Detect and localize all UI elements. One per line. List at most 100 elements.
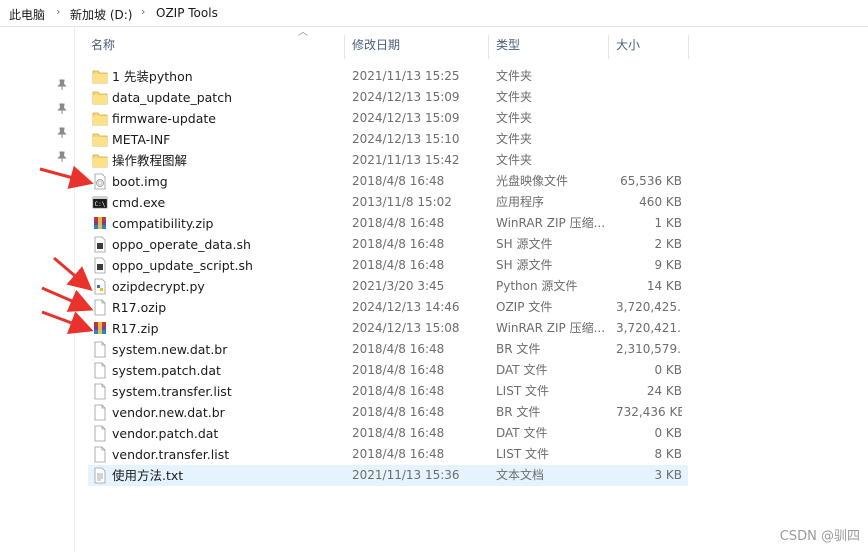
- column-header-date[interactable]: 修改日期: [352, 30, 400, 60]
- blank-file-icon: [92, 425, 108, 442]
- file-name: ozipdecrypt.py: [112, 279, 205, 294]
- file-row[interactable]: ozipdecrypt.py 2021/3/20 3:45 Python 源文件 14…: [88, 276, 688, 297]
- file-name: vendor.new.dat.br: [112, 405, 225, 420]
- blank-file-icon: [92, 383, 108, 400]
- pin-icon[interactable]: [56, 79, 68, 91]
- file-date: 2013/11/8 15:02: [352, 195, 452, 209]
- winrar-icon: [92, 320, 108, 337]
- breadcrumb-separator[interactable]: ›: [141, 5, 145, 18]
- file-date: 2018/4/8 16:48: [352, 447, 445, 461]
- file-name: 1 先装python: [112, 69, 193, 84]
- file-type: Python 源文件: [496, 279, 578, 293]
- file-name: oppo_operate_data.sh: [112, 237, 251, 252]
- breadcrumb-folder[interactable]: OZIP Tools: [156, 6, 218, 20]
- file-type: 文件夹: [496, 111, 533, 125]
- file-date: 2021/11/13 15:25: [352, 69, 460, 83]
- breadcrumb-separator[interactable]: ›: [56, 5, 60, 18]
- file-row[interactable]: boot.img 2018/4/8 16:48 光盘映像文件 65,536 KB: [88, 171, 688, 192]
- file-size: 3 KB: [654, 468, 682, 482]
- file-date: 2018/4/8 16:48: [352, 405, 445, 419]
- file-name: META-INF: [112, 132, 171, 147]
- folder-icon: [92, 131, 108, 148]
- file-row[interactable]: vendor.transfer.list 2018/4/8 16:48 LIST 文…: [88, 444, 688, 465]
- file-date: 2018/4/8 16:48: [352, 426, 445, 440]
- file-name: boot.img: [112, 174, 168, 189]
- column-divider[interactable]: [688, 35, 689, 59]
- file-type: BR 文件: [496, 342, 541, 356]
- file-type: 文件夹: [496, 69, 533, 83]
- file-type: WinRAR ZIP 压缩...: [496, 216, 606, 230]
- folder-icon: [92, 110, 108, 127]
- file-type: BR 文件: [496, 405, 541, 419]
- pin-icon[interactable]: [56, 151, 68, 163]
- file-row[interactable]: R17.ozip 2024/12/13 14:46 OZIP 文件 3,720,425…: [88, 297, 688, 318]
- file-row[interactable]: vendor.patch.dat 2018/4/8 16:48 DAT 文件 0 KB: [88, 423, 688, 444]
- file-row[interactable]: 操作教程图解 2021/11/13 15:42 文件夹: [88, 150, 688, 171]
- file-size: 0 KB: [654, 426, 682, 440]
- file-row[interactable]: 1 先装python 2021/11/13 15:25 文件夹: [88, 66, 688, 87]
- file-type: 文件夹: [496, 90, 533, 104]
- file-name: 操作教程图解: [112, 153, 188, 168]
- file-date: 2024/12/13 15:08: [352, 321, 460, 335]
- column-divider[interactable]: [608, 35, 609, 59]
- column-divider[interactable]: [488, 35, 489, 59]
- console-app-icon: C:\: [92, 194, 108, 211]
- file-row[interactable]: oppo_update_script.sh 2018/4/8 16:48 SH 源文…: [88, 255, 688, 276]
- breadcrumb-drive[interactable]: 新加坡 (D:): [70, 6, 132, 23]
- file-date: 2018/4/8 16:48: [352, 363, 445, 377]
- file-row[interactable]: system.patch.dat 2018/4/8 16:48 DAT 文件 0 KB: [88, 360, 688, 381]
- folder-icon: [92, 89, 108, 106]
- file-size: [616, 89, 682, 106]
- file-row[interactable]: vendor.new.dat.br 2018/4/8 16:48 BR 文件 732,…: [88, 402, 688, 423]
- file-row[interactable]: firmware-update 2024/12/13 15:09 文件夹: [88, 108, 688, 129]
- column-divider[interactable]: [344, 35, 345, 59]
- address-bar[interactable]: 此电脑 › 新加坡 (D:) › OZIP Tools: [0, 0, 868, 27]
- file-row[interactable]: C:\ cmd.exe 2013/11/8 15:02 应用程序 460 KB: [88, 192, 688, 213]
- file-type: LIST 文件: [496, 447, 549, 461]
- file-size: 460 KB: [639, 195, 682, 209]
- file-name: vendor.transfer.list: [112, 447, 230, 462]
- file-size: 3,720,425...: [616, 300, 682, 314]
- script-file-icon: [92, 236, 108, 253]
- file-date: 2024/12/13 15:09: [352, 111, 460, 125]
- winrar-icon: [92, 215, 108, 232]
- pin-icon[interactable]: [56, 127, 68, 139]
- blank-file-icon: [92, 362, 108, 379]
- file-size: 2 KB: [654, 237, 682, 251]
- svg-text:C:\: C:\: [95, 201, 106, 208]
- file-row[interactable]: R17.zip 2024/12/13 15:08 WinRAR ZIP 压缩... 3…: [88, 318, 688, 339]
- file-type: 光盘映像文件: [496, 174, 569, 188]
- column-header-size[interactable]: 大小: [616, 30, 640, 60]
- file-row[interactable]: oppo_operate_data.sh 2018/4/8 16:48 SH 源文件…: [88, 234, 688, 255]
- text-file-icon: [92, 467, 108, 484]
- pin-icon[interactable]: [56, 103, 68, 115]
- file-name: R17.ozip: [112, 300, 167, 315]
- file-row[interactable]: 使用方法.txt 2021/11/13 15:36 文本文档 3 KB: [88, 465, 688, 486]
- sort-ascending-icon: ︿: [298, 27, 308, 38]
- file-type: DAT 文件: [496, 426, 548, 440]
- file-row[interactable]: compatibility.zip 2018/4/8 16:48 WinRAR ZI…: [88, 213, 688, 234]
- file-row[interactable]: data_update_patch 2024/12/13 15:09 文件夹: [88, 87, 688, 108]
- column-header-name[interactable]: 名称: [91, 30, 115, 60]
- file-row[interactable]: system.new.dat.br 2018/4/8 16:48 BR 文件 2,31…: [88, 339, 688, 360]
- file-size: [616, 131, 682, 148]
- file-name: R17.zip: [112, 321, 159, 336]
- file-date: 2018/4/8 16:48: [352, 384, 445, 398]
- file-date: 2018/4/8 16:48: [352, 258, 445, 272]
- file-type: 文件夹: [496, 132, 533, 146]
- file-date: 2018/4/8 16:48: [352, 216, 445, 230]
- file-row[interactable]: system.transfer.list 2018/4/8 16:48 LIST 文…: [88, 381, 688, 402]
- file-name: system.new.dat.br: [112, 342, 228, 357]
- file-size: 14 KB: [646, 279, 682, 293]
- breadcrumb-this-pc[interactable]: 此电脑: [9, 6, 45, 23]
- column-header-type[interactable]: 类型: [496, 30, 520, 60]
- column-header-row: ︿ 名称 修改日期 类型 大小: [88, 27, 692, 60]
- watermark: CSDN @驯四: [779, 529, 860, 544]
- file-row[interactable]: META-INF 2024/12/13 15:10 文件夹: [88, 129, 688, 150]
- file-name: vendor.patch.dat: [112, 426, 219, 441]
- file-name: system.patch.dat: [112, 363, 221, 378]
- blank-file-icon: [92, 404, 108, 421]
- file-date: 2024/12/13 15:09: [352, 90, 460, 104]
- file-date: 2018/4/8 16:48: [352, 174, 445, 188]
- file-name: system.transfer.list: [112, 384, 232, 399]
